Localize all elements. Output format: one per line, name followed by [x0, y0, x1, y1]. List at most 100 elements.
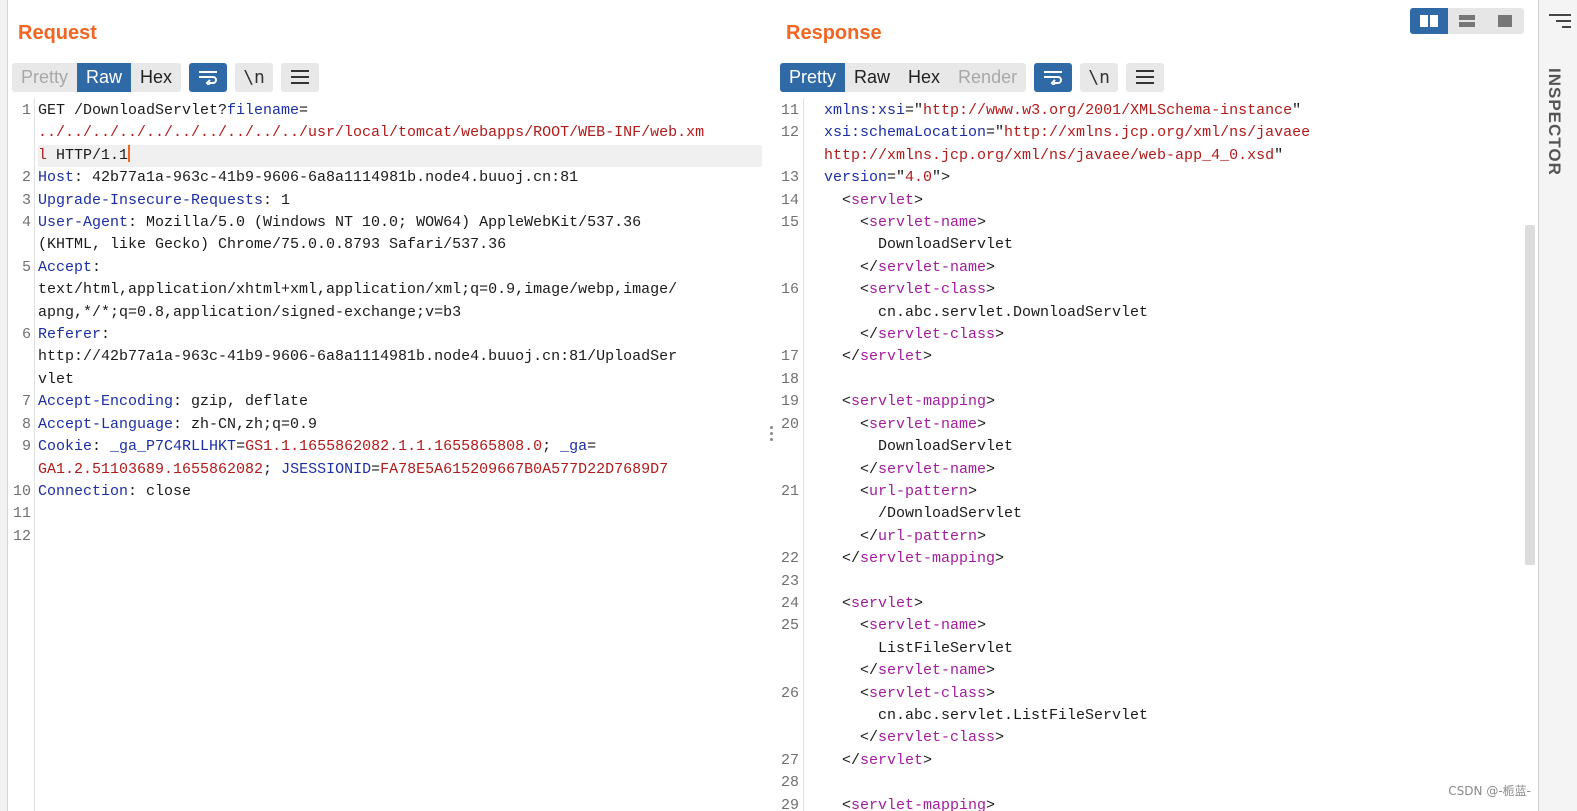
code-line: 3 Upgrade-Insecure-Requests: 1	[22, 190, 762, 212]
code-token: url-pattern	[878, 527, 978, 545]
tab-hex[interactable]: Hex	[131, 63, 181, 92]
code-token: <	[806, 594, 852, 612]
split-rows-icon	[1459, 15, 1475, 27]
code-token: >	[995, 550, 1005, 568]
request-menu-button[interactable]	[281, 62, 320, 92]
code-token: >	[977, 617, 987, 635]
code-line: 22 </servlet-mapping>	[781, 548, 1532, 570]
code-token: <	[806, 393, 852, 411]
code-token: >	[986, 281, 996, 299]
code-line: </servlet-class>	[806, 727, 1532, 749]
word-wrap-button[interactable]	[1034, 62, 1073, 92]
line-number: 17	[780, 348, 799, 366]
code-token: GET /DownloadServlet?	[38, 102, 228, 119]
pane-splitter-handle[interactable]	[768, 426, 774, 446]
request-editor[interactable]: 1 GET /DownloadServlet?filename= ../../../…	[8, 98, 768, 811]
tab-pretty[interactable]: Pretty	[780, 62, 846, 92]
code-line: 4 User-Agent: Mozilla/5.0 (Windows NT 10.…	[22, 212, 762, 234]
code-token: =	[236, 438, 246, 456]
layout-stacked-button[interactable]	[1448, 8, 1486, 34]
response-menu-button[interactable]	[1126, 62, 1165, 92]
code-token: servlet-name	[869, 617, 978, 635]
code-line: </servlet-class>	[806, 324, 1532, 346]
code-token: </	[806, 550, 861, 568]
code-token: =	[299, 102, 309, 119]
code-line: ../../../../../../../../../../usr/local/…	[38, 122, 762, 144]
line-number: 3	[21, 191, 31, 209]
inspector-tab[interactable]: INSPECTOR	[1544, 68, 1564, 176]
line-number: 12	[780, 124, 799, 142]
line-number: 29	[780, 796, 799, 811]
line-number: 14	[780, 191, 799, 209]
line-number: 8	[21, 415, 31, 433]
code-line: 14 <servlet>	[781, 190, 1532, 212]
show-newlines-button[interactable]: \n	[1080, 62, 1119, 92]
code-token: servlet-name	[878, 460, 987, 478]
code-token: filename	[227, 102, 300, 119]
code-token: http://xmlns.jcp.org/xml/ns/javaee/web-a…	[806, 146, 1275, 164]
code-line: 28	[781, 772, 1532, 794]
tab-raw[interactable]: Raw	[845, 63, 899, 92]
line-number: 4	[21, 214, 31, 232]
code-token: HTTP/1.1	[47, 146, 129, 164]
code-token: =	[371, 460, 381, 478]
code-line: 13 version="4.0">	[781, 167, 1532, 189]
code-line: 8 Accept-Language: zh-CN,zh;q=0.9	[22, 414, 762, 436]
line-number: 13	[780, 169, 799, 187]
response-editor[interactable]: 11 xmlns:xsi="http://www.w3.org/2001/XML…	[776, 98, 1538, 811]
code-token: Connection	[38, 482, 129, 500]
code-token: JSESSIONID	[281, 460, 372, 478]
tab-raw[interactable]: Raw	[77, 62, 132, 92]
code-token: version	[806, 169, 888, 187]
split-columns-icon	[1420, 15, 1438, 27]
code-line: (KHTML, like Gecko) Chrome/75.0.0.8793 S…	[38, 234, 762, 256]
show-newlines-button[interactable]: \n	[235, 62, 274, 92]
code-token: : close	[128, 482, 192, 500]
layout-single-button[interactable]	[1486, 8, 1524, 34]
line-number: 25	[780, 617, 799, 635]
line-number: 22	[780, 550, 799, 568]
code-line: </servlet-name>	[806, 660, 1532, 682]
response-code[interactable]: 11 xmlns:xsi="http://www.w3.org/2001/XML…	[781, 100, 1532, 811]
response-scrollbar[interactable]	[1525, 225, 1535, 565]
code-token: 4.0	[905, 169, 933, 187]
request-code[interactable]: 1 GET /DownloadServlet?filename= ../../../…	[13, 100, 762, 548]
code-line: 27 </servlet>	[781, 750, 1532, 772]
code-line: 11 xmlns:xsi="http://www.w3.org/2001/XML…	[781, 100, 1532, 122]
code-line: 29 <servlet-mapping>	[781, 795, 1532, 811]
code-token: DownloadServlet	[806, 438, 1014, 456]
code-token: DownloadServlet	[806, 236, 1014, 254]
code-token: cn.abc.servlet.ListFileServlet	[806, 706, 1149, 724]
code-token: :	[92, 438, 111, 456]
line-number: 6	[21, 326, 31, 344]
line-number: 20	[780, 415, 799, 433]
word-wrap-button[interactable]	[189, 62, 228, 92]
code-line: cn.abc.servlet.ListFileServlet	[806, 705, 1532, 727]
code-line: </servlet-name>	[806, 459, 1532, 481]
code-token: servlet	[851, 191, 915, 209]
code-line: 9 Cookie: _ga_P7C4RLLHKT=GS1.1.1655862082…	[22, 436, 762, 458]
code-token: servlet-class	[869, 281, 987, 299]
code-line: 10 Connection: close	[13, 481, 762, 503]
code-line: /DownloadServlet	[806, 503, 1532, 525]
code-line: 24 <servlet>	[781, 593, 1532, 615]
code-token: servlet-class	[878, 326, 996, 344]
request-view-tabs: Pretty Raw Hex	[12, 62, 182, 92]
watermark: CSDN @-栀蓝-	[1448, 784, 1531, 798]
code-token: /DownloadServlet	[806, 505, 1023, 523]
line-number: 19	[780, 393, 799, 411]
tab-pretty[interactable]: Pretty	[12, 63, 77, 92]
code-token: </	[806, 348, 861, 366]
response-pane: Response Pretty Raw Hex Render \n 11 xmlns:…	[776, 0, 1538, 811]
code-token: </	[806, 729, 879, 747]
tab-render[interactable]: Render	[949, 63, 1026, 92]
hamburger-menu-icon	[291, 70, 310, 84]
code-token: _ga	[560, 438, 588, 456]
code-token: ;	[542, 438, 561, 456]
code-line: </url-pattern>	[806, 526, 1532, 548]
code-token: FA78E5A615209667B0A577D22D7689D7	[380, 460, 669, 478]
layout-side-by-side-button[interactable]	[1410, 8, 1448, 34]
code-token: ="	[905, 102, 924, 119]
inspector-toggle-icon[interactable]	[1549, 14, 1571, 36]
tab-hex[interactable]: Hex	[899, 63, 949, 92]
